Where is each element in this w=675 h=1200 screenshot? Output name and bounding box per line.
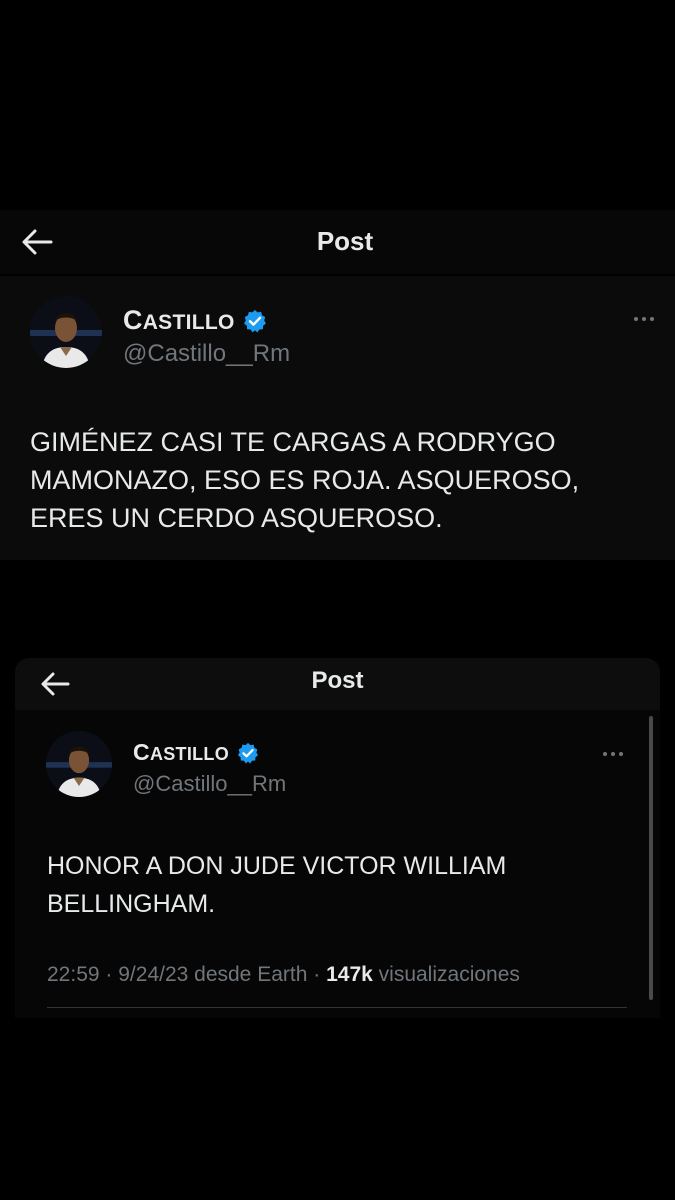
more-options-button[interactable]	[628, 311, 660, 327]
post-meta: 22:59 · 9/24/23 desde Earth · 147k visua…	[47, 963, 520, 987]
page-title: Post	[316, 226, 374, 256]
scrollbar[interactable]	[649, 716, 653, 1000]
more-horizontal-icon	[634, 317, 638, 321]
post-text: GIMÉNEZ CASI TE CARGAS A RODRYGO MAMONAZ…	[30, 427, 580, 533]
verified-badge-icon	[243, 309, 266, 332]
avatar-image	[30, 296, 102, 368]
more-horizontal-icon	[603, 752, 607, 756]
avatar[interactable]	[30, 296, 102, 368]
views-count[interactable]: 147k	[326, 963, 373, 986]
verified-badge-icon	[238, 742, 259, 763]
post-time[interactable]: 22:59	[47, 963, 100, 986]
top-bar-2: Post	[15, 658, 660, 710]
author-name-row: CASTILLO	[123, 305, 267, 336]
avatar-2[interactable]	[46, 731, 112, 797]
meta-separator: ·	[105, 963, 113, 986]
post-text-2: HONOR A DON JUDE VICTOR WILLIAM BELLINGH…	[47, 852, 507, 918]
divider	[47, 1007, 627, 1008]
page-title-2: Post	[311, 667, 364, 694]
more-dot	[611, 752, 615, 756]
more-dot	[642, 317, 646, 321]
author-handle[interactable]: @Castillo__Rm	[123, 340, 290, 368]
author-name-row-2: CASTILLO	[133, 739, 259, 766]
post-date-source[interactable]: 9/24/23 desde Earth	[118, 963, 307, 986]
views-label: visualizaciones	[378, 963, 520, 986]
author-handle-2[interactable]: @Castillo__Rm	[133, 771, 286, 797]
embedded-screenshot: Post CASTILLO @Castillo__Rm HONOR A DON …	[15, 658, 660, 1018]
more-options-button-2[interactable]	[597, 746, 629, 762]
post-card: CASTILLO @Castillo__Rm GIMÉNEZ CASI TE C…	[0, 276, 675, 560]
top-bar: Post	[0, 210, 675, 274]
author-display-name[interactable]: CASTILLO	[123, 305, 235, 336]
more-dot	[650, 317, 654, 321]
author-display-name-2[interactable]: CASTILLO	[133, 739, 229, 766]
more-dot	[619, 752, 623, 756]
avatar-image	[46, 731, 112, 797]
meta-separator: ·	[313, 963, 321, 986]
